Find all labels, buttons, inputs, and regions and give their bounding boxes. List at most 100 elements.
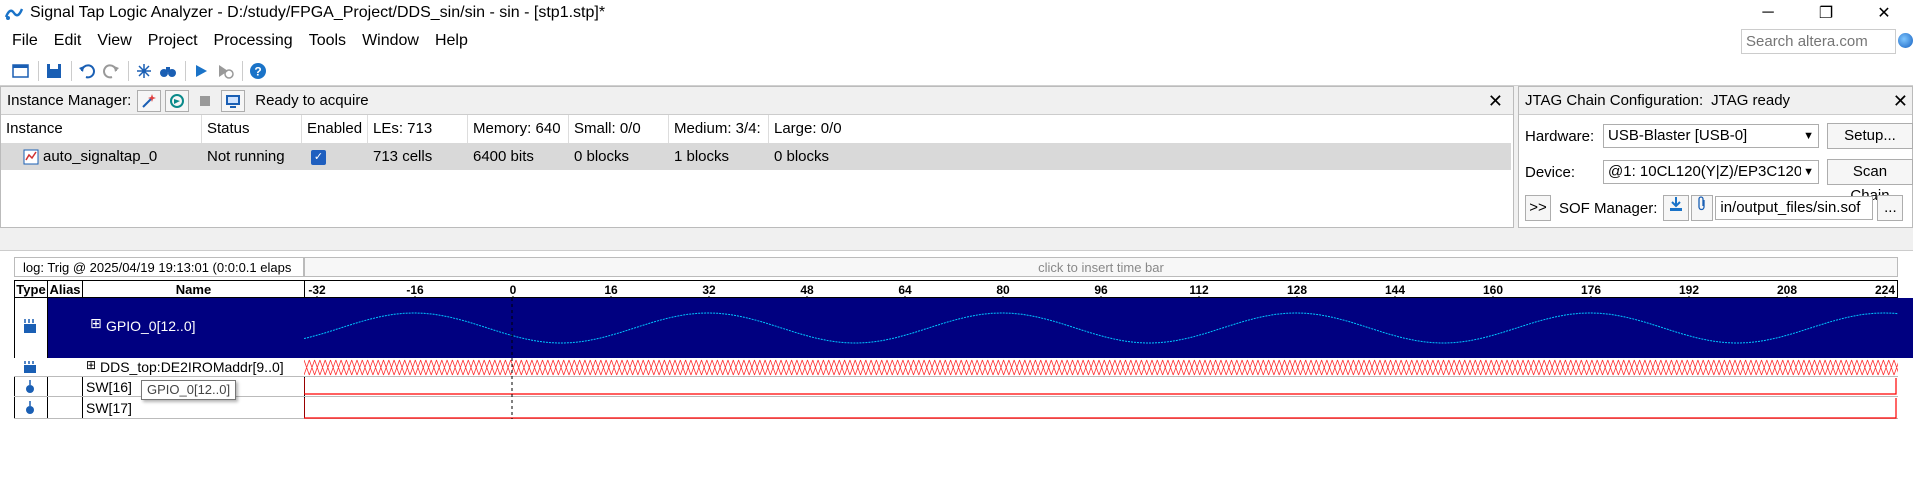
close-jtag-button[interactable]: ✕ bbox=[1893, 91, 1908, 112]
run-analysis-icon[interactable] bbox=[190, 60, 212, 82]
input-pin-icon bbox=[26, 380, 34, 393]
jtag-header: JTAG Chain Configuration: JTAG ready ✕ bbox=[1519, 87, 1912, 115]
sw16-trace bbox=[304, 378, 1897, 395]
ruler-tick-label: 192 bbox=[1679, 283, 1699, 297]
sw17-trace bbox=[304, 398, 1897, 419]
read-data-button[interactable] bbox=[221, 89, 246, 112]
attach-button[interactable] bbox=[1691, 195, 1714, 221]
device-value: @1: 10CL120(Y|Z)/EP3C120 bbox=[1608, 163, 1803, 180]
toolbar-separator bbox=[242, 60, 243, 81]
toolbar-separator bbox=[71, 60, 72, 81]
ruler-tick-label: 48 bbox=[800, 283, 814, 297]
waveform-canvas[interactable] bbox=[304, 298, 1898, 419]
undo-icon[interactable] bbox=[76, 60, 98, 82]
minimize-button[interactable]: ─ bbox=[1739, 0, 1797, 26]
instance-name-cell: auto_signaltap_0 bbox=[1, 143, 202, 170]
close-window-button[interactable]: ✕ bbox=[1855, 0, 1913, 26]
refresh-icon bbox=[170, 93, 185, 108]
header-name: Name bbox=[82, 280, 305, 298]
instance-icon bbox=[23, 149, 39, 165]
col-instance[interactable]: Instance bbox=[1, 115, 202, 143]
autorun-analysis-icon[interactable] bbox=[214, 60, 236, 82]
save-icon[interactable] bbox=[43, 60, 65, 82]
binoculars-icon[interactable] bbox=[157, 60, 179, 82]
menu-project[interactable]: Project bbox=[140, 32, 206, 50]
toolbar-separator bbox=[128, 60, 129, 81]
signal-name-sw17: SW[17] bbox=[86, 400, 132, 416]
search-input[interactable] bbox=[1741, 29, 1896, 54]
ruler-tick-label: 64 bbox=[898, 283, 912, 297]
header-type: Type bbox=[14, 280, 48, 298]
menu-help[interactable]: Help bbox=[427, 32, 476, 50]
expand-icon[interactable]: ⊞ bbox=[90, 315, 102, 332]
hardware-value: USB-Blaster [USB-0] bbox=[1608, 127, 1748, 144]
device-row: Device: @1: 10CL120(Y|Z)/EP3C120▼ Scan C… bbox=[1525, 159, 1913, 204]
sof-row: >> SOF Manager: in/output_files/sin.sof … bbox=[1525, 195, 1904, 221]
ruler-tick-label: 16 bbox=[604, 283, 618, 297]
enabled-checkbox[interactable]: ✓ bbox=[311, 149, 326, 165]
setup-button[interactable]: Setup... bbox=[1827, 123, 1913, 149]
expand-sof-button[interactable]: >> bbox=[1525, 195, 1551, 221]
expand-icon[interactable]: ⊞ bbox=[86, 358, 96, 372]
time-bar-hint[interactable]: click to insert time bar bbox=[304, 257, 1898, 277]
instance-medium: 1 blocks bbox=[674, 148, 730, 165]
col-medium[interactable]: Medium: 3/4: bbox=[669, 115, 769, 143]
header-alias: Alias bbox=[47, 280, 83, 298]
title-bar: Signal Tap Logic Analyzer - D:/study/FPG… bbox=[0, 0, 1913, 26]
instance-manager-label: Instance Manager: bbox=[7, 92, 132, 109]
menu-file[interactable]: File bbox=[4, 32, 46, 50]
waveform-grid: Type Alias Name -32 -16 0 16 32 48 64 80 96 112 12… bbox=[14, 280, 1913, 419]
signal-name-addr: DDS_top:DE2IROMaddr[9..0] bbox=[100, 359, 284, 375]
col-status[interactable]: Status bbox=[202, 115, 302, 143]
instance-les: 713 cells bbox=[373, 148, 433, 165]
col-les[interactable]: LEs: 713 bbox=[368, 115, 468, 143]
menu-tools[interactable]: Tools bbox=[301, 32, 354, 50]
menu-edit[interactable]: Edit bbox=[46, 32, 90, 50]
scan-chain-button[interactable]: Scan Chain bbox=[1827, 159, 1913, 204]
col-small[interactable]: Small: 0/0 bbox=[569, 115, 669, 143]
auto-detect-button[interactable] bbox=[137, 89, 162, 112]
run-once-button[interactable] bbox=[165, 89, 190, 112]
instance-memory: 6400 bits bbox=[473, 148, 534, 165]
signal-tooltip: GPIO_0[12..0] bbox=[141, 380, 237, 400]
gpio-sine-trace bbox=[304, 312, 1898, 344]
col-large[interactable]: Large: 0/0 bbox=[769, 115, 869, 143]
ruler-tick-label: 112 bbox=[1189, 283, 1209, 297]
stop-button[interactable] bbox=[193, 90, 217, 112]
sof-path-field[interactable]: in/output_files/sin.sof bbox=[1715, 196, 1874, 220]
program-icon bbox=[1670, 197, 1683, 211]
device-label: Device: bbox=[1525, 163, 1576, 181]
node-finder-icon[interactable] bbox=[133, 60, 155, 82]
col-enabled[interactable]: Enabled bbox=[302, 115, 368, 143]
browse-sof-button[interactable]: ... bbox=[1877, 195, 1904, 221]
ruler-tick-label: 0 bbox=[510, 283, 517, 297]
help-icon[interactable]: ? bbox=[247, 60, 269, 82]
close-instance-manager-button[interactable]: ✕ bbox=[1488, 91, 1503, 112]
main-toolbar: ? bbox=[0, 56, 1913, 86]
device-select[interactable]: @1: 10CL120(Y|Z)/EP3C120 ▼ bbox=[1603, 160, 1819, 184]
menu-processing[interactable]: Processing bbox=[206, 32, 301, 50]
program-device-button[interactable] bbox=[1663, 195, 1690, 221]
instance-manager-header: Instance Manager: Ready to acquire ✕ bbox=[1, 87, 1513, 115]
instance-row[interactable]: auto_signaltap_0 Not running ✓ 713 cells… bbox=[1, 143, 1511, 170]
instance-table-header: Instance Status Enabled LEs: 713 Memory:… bbox=[1, 115, 1513, 143]
toolbar-separator bbox=[185, 60, 186, 81]
menu-window[interactable]: Window bbox=[354, 32, 427, 50]
sof-path: in/output_files/sin.sof bbox=[1720, 199, 1861, 216]
wand-icon bbox=[142, 93, 157, 108]
redo-icon[interactable] bbox=[100, 60, 122, 82]
time-ruler-svg: -32 -16 0 16 32 48 64 80 96 112 128 144 160 176 192 208… bbox=[308, 283, 1895, 299]
menu-view[interactable]: View bbox=[89, 32, 139, 50]
ruler-tick-label: 208 bbox=[1777, 283, 1797, 297]
new-window-icon[interactable] bbox=[10, 60, 32, 82]
instance-large: 0 blocks bbox=[774, 148, 830, 165]
jtag-panel: JTAG Chain Configuration: JTAG ready ✕ H… bbox=[1518, 86, 1913, 228]
paperclip-icon bbox=[1698, 196, 1706, 211]
globe-icon[interactable] bbox=[1898, 33, 1913, 48]
instance-manager-panel: Instance Manager: Ready to acquire ✕ Ins… bbox=[0, 86, 1514, 228]
col-memory[interactable]: Memory: 640 bbox=[468, 115, 569, 143]
instance-small: 0 blocks bbox=[574, 148, 630, 165]
hardware-select[interactable]: USB-Blaster [USB-0] ▼ bbox=[1603, 124, 1819, 148]
maximize-button[interactable]: ❐ bbox=[1797, 0, 1855, 26]
ruler-tick-label: 160 bbox=[1483, 283, 1503, 297]
